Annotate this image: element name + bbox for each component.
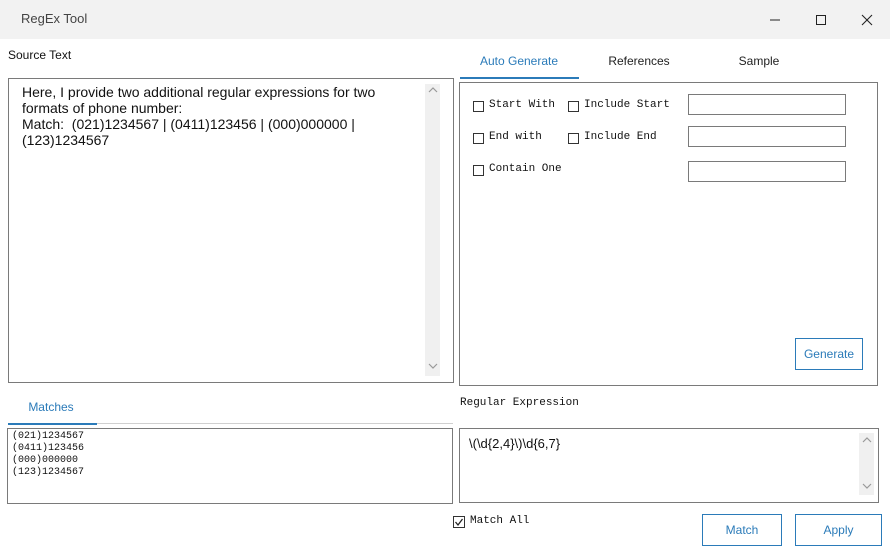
matches-tab-indicator [8, 423, 97, 425]
end-with-checkbox[interactable] [473, 133, 484, 144]
tab-sample[interactable]: Sample [700, 53, 818, 79]
window-title: RegEx Tool [21, 11, 88, 26]
source-text-label: Source Text [8, 48, 72, 62]
match-all-checkbox[interactable] [453, 516, 465, 528]
maximize-button[interactable] [798, 0, 844, 39]
start-with-label: Start With [489, 99, 556, 111]
source-scrollbar[interactable] [425, 84, 440, 376]
end-with-input[interactable] [688, 126, 846, 147]
contain-one-input[interactable] [688, 161, 846, 182]
chevron-down-icon[interactable] [427, 362, 439, 372]
match-all-label: Match All [470, 515, 530, 527]
chevron-up-icon[interactable] [861, 436, 873, 446]
match-button[interactable]: Match [702, 514, 782, 546]
minimize-icon [770, 19, 780, 20]
include-end-checkbox[interactable] [568, 133, 579, 144]
chevron-up-icon[interactable] [427, 86, 439, 96]
generate-button[interactable]: Generate [795, 338, 863, 370]
contain-one-checkbox[interactable] [473, 165, 484, 176]
end-with-label: End with [489, 131, 542, 143]
matches-list: (021)1234567 (0411)123456 (000)000000 (123)… [12, 431, 84, 479]
list-item: (000)000000 [12, 455, 79, 466]
close-icon [861, 14, 873, 25]
list-item: (0411)123456 [12, 443, 85, 454]
active-tab-indicator [460, 77, 579, 79]
start-with-checkbox[interactable] [473, 101, 484, 112]
include-start-checkbox[interactable] [568, 101, 579, 112]
list-item: (021)1234567 [12, 431, 85, 442]
tab-auto-generate[interactable]: Auto Generate [460, 53, 578, 79]
apply-button[interactable]: Apply [795, 514, 882, 546]
source-text-content: Here, I provide two additional regular e… [22, 84, 376, 148]
regex-value: \(\d{2,4}\)\d{6,7} [469, 436, 561, 451]
chevron-down-icon[interactable] [861, 482, 873, 492]
tab-matches[interactable]: Matches [8, 399, 94, 425]
maximize-icon [816, 14, 826, 25]
regular-expression-label: Regular Expression [460, 397, 579, 409]
contain-one-label: Contain One [489, 163, 562, 175]
start-with-input[interactable] [688, 94, 846, 115]
list-item: (123)1234567 [12, 467, 85, 478]
minimize-button[interactable] [752, 0, 798, 39]
include-start-label: Include Start [584, 99, 670, 111]
tab-references[interactable]: References [580, 53, 698, 79]
close-button[interactable] [844, 0, 890, 39]
include-end-label: Include End [584, 131, 657, 143]
check-icon [455, 518, 464, 527]
